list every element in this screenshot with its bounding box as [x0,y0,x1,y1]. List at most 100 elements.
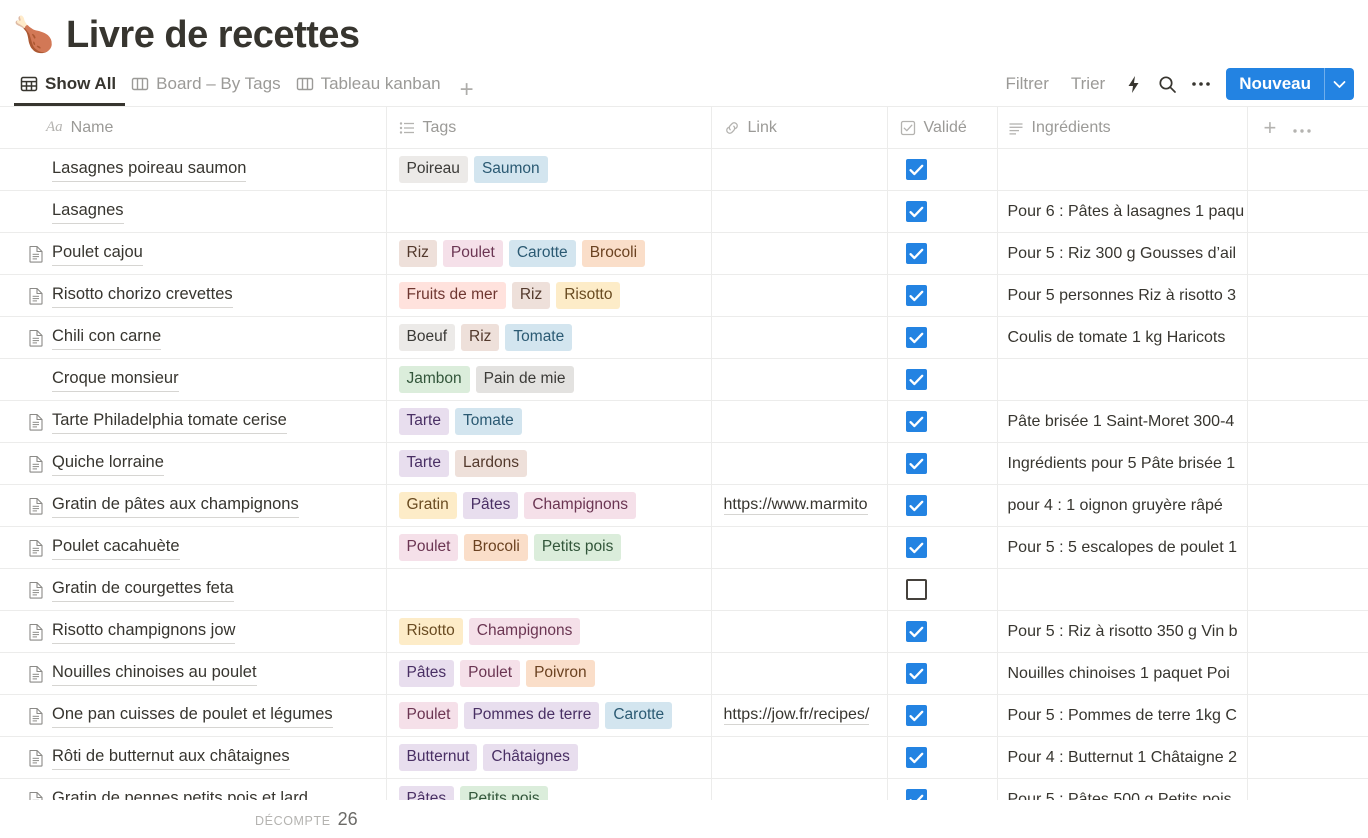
page-title[interactable]: Livre de recettes [66,14,360,57]
cell-ingredients[interactable]: Pour 5 : Riz à risotto 350 g Vin b [997,610,1248,653]
cell-valide[interactable] [887,694,998,737]
cell-valide[interactable] [887,484,998,527]
table-row[interactable]: One pan cuisses de poulet et légumes Poul… [0,694,1368,737]
cell-ingredients[interactable]: Nouilles chinoises 1 paquet Poi [997,652,1248,695]
cell-valide[interactable] [887,358,998,401]
cell-name[interactable]: Croque monsieur [0,358,387,401]
cell-name[interactable]: Risotto chorizo crevettes [0,274,387,317]
tag-chip[interactable]: Pain de mie [475,366,574,393]
cell-link[interactable]: https://jow.fr/recipes/ [711,694,888,737]
sort-button[interactable]: Trier [1060,74,1116,94]
checkbox-checked-icon[interactable] [905,327,927,348]
count-summary[interactable]: DÉCOMPTE 26 [255,809,358,830]
row-title[interactable]: Risotto chorizo crevettes [52,283,233,308]
cell-name[interactable]: Rôti de butternut aux châtaignes [0,736,387,779]
tag-chip[interactable]: Lardons [454,450,527,477]
cell-name[interactable]: Tarte Philadelphia tomate cerise [0,400,387,443]
cell-tags[interactable]: Boeuf Riz Tomate [386,316,712,359]
ellipsis-icon[interactable] [1184,69,1218,99]
cell-tags[interactable]: Riz Poulet Carotte Brocoli [386,232,712,275]
table-row[interactable]: Nouilles chinoises au poulet Pâtes Poulet P… [0,652,1368,695]
table-row[interactable]: Chili con carne Boeuf Riz Tomate Coulis de t… [0,316,1368,359]
column-header-link[interactable]: Link [711,106,888,149]
cell-ingredients[interactable] [997,148,1248,191]
tag-chip[interactable]: Poireau [398,156,468,183]
row-title[interactable]: Quiche lorraine [52,451,164,476]
tab-board-by-tags[interactable]: Board – By Tags [125,62,289,106]
cell-ingredients[interactable] [997,568,1248,611]
cell-ingredients[interactable]: Pâte brisée 1 Saint-Moret 300-4 [997,400,1248,443]
cell-name[interactable]: Quiche lorraine [0,442,387,485]
table-row[interactable]: Rôti de butternut aux châtaignes Butternu… [0,736,1368,779]
table-row[interactable]: Gratin de courgettes feta [0,568,1368,611]
row-link[interactable]: https://www.marmito [723,496,868,515]
cell-link[interactable] [711,316,888,359]
row-title[interactable]: Risotto champignons jow [52,619,236,644]
cell-name[interactable]: Chili con carne [0,316,387,359]
tag-chip[interactable]: Pâtes [398,660,455,687]
column-header-ingredients[interactable]: Ingrédients [997,106,1248,149]
row-title[interactable]: Gratin de pâtes aux champignons [52,493,299,518]
tag-chip[interactable]: Tomate [454,408,522,435]
cell-name[interactable]: Nouilles chinoises au poulet [0,652,387,695]
tag-chip[interactable]: Risotto [556,282,621,309]
row-title[interactable]: Poulet cacahuète [52,535,180,560]
row-title[interactable]: Lasagnes poireau saumon [52,157,247,182]
filter-button[interactable]: Filtrer [994,74,1059,94]
row-title[interactable]: Tarte Philadelphia tomate cerise [52,409,287,434]
checkbox-checked-icon[interactable] [905,453,927,474]
checkbox-checked-icon[interactable] [905,201,927,222]
tag-chip[interactable]: Poulet [398,534,459,561]
cell-valide[interactable] [887,316,998,359]
tag-chip[interactable]: Poulet [460,660,521,687]
column-header-tags[interactable]: Tags [386,106,712,149]
cell-valide[interactable] [887,232,998,275]
cell-valide[interactable] [887,190,998,233]
tag-chip[interactable]: Poulet [398,702,459,729]
table-row[interactable]: Quiche lorraine Tarte Lardons Ingrédients p… [0,442,1368,485]
cell-tags[interactable] [386,568,712,611]
tag-chip[interactable]: Saumon [473,156,548,183]
row-title[interactable]: Chili con carne [52,325,162,350]
chevron-down-icon[interactable] [1324,68,1354,100]
checkbox-checked-icon[interactable] [905,243,927,264]
cell-tags[interactable]: Jambon Pain de mie [386,358,712,401]
cell-ingredients[interactable] [997,358,1248,401]
cell-name[interactable]: Gratin de courgettes feta [0,568,387,611]
cell-tags[interactable]: Tarte Lardons [386,442,712,485]
cell-valide[interactable] [887,568,998,611]
checkbox-checked-icon[interactable] [905,369,927,390]
poultry-leg-icon[interactable]: 🍗 [13,13,55,57]
row-title[interactable]: Poulet cajou [52,241,143,266]
lightning-icon[interactable] [1116,69,1150,99]
tag-chip[interactable]: Riz [511,282,551,309]
cell-valide[interactable] [887,442,998,485]
table-row[interactable]: Poulet cacahuète Poulet Brocoli Petits pois… [0,526,1368,569]
tag-chip[interactable]: Riz [461,324,500,351]
cell-link[interactable] [711,400,888,443]
cell-name[interactable]: Risotto champignons jow [0,610,387,653]
tag-chip[interactable]: Carotte [605,702,673,729]
checkbox-checked-icon[interactable] [905,705,927,726]
cell-link[interactable] [711,190,888,233]
cell-ingredients[interactable]: Pour 5 : 5 escalopes de poulet 1 [997,526,1248,569]
tag-chip[interactable]: Poulet [442,240,503,267]
checkbox-unchecked-icon[interactable] [905,579,927,600]
cell-link[interactable] [711,148,888,191]
tag-chip[interactable]: Risotto [398,618,463,645]
tag-chip[interactable]: Boeuf [398,324,456,351]
checkbox-checked-icon[interactable] [905,495,927,516]
cell-link[interactable] [711,610,888,653]
column-options-icon[interactable] [1292,118,1312,138]
table-row[interactable]: Risotto chorizo crevettes Fruits de mer Ri… [0,274,1368,317]
row-title[interactable]: Rôti de butternut aux châtaignes [52,745,290,770]
cell-name[interactable]: Poulet cacahuète [0,526,387,569]
cell-link[interactable] [711,568,888,611]
cell-tags[interactable] [386,190,712,233]
cell-tags[interactable]: Poireau Saumon [386,148,712,191]
tag-chip[interactable]: Brocoli [581,240,646,267]
cell-valide[interactable] [887,610,998,653]
tag-chip[interactable]: Poivron [526,660,595,687]
cell-link[interactable] [711,274,888,317]
tag-chip[interactable]: Brocoli [464,534,528,561]
